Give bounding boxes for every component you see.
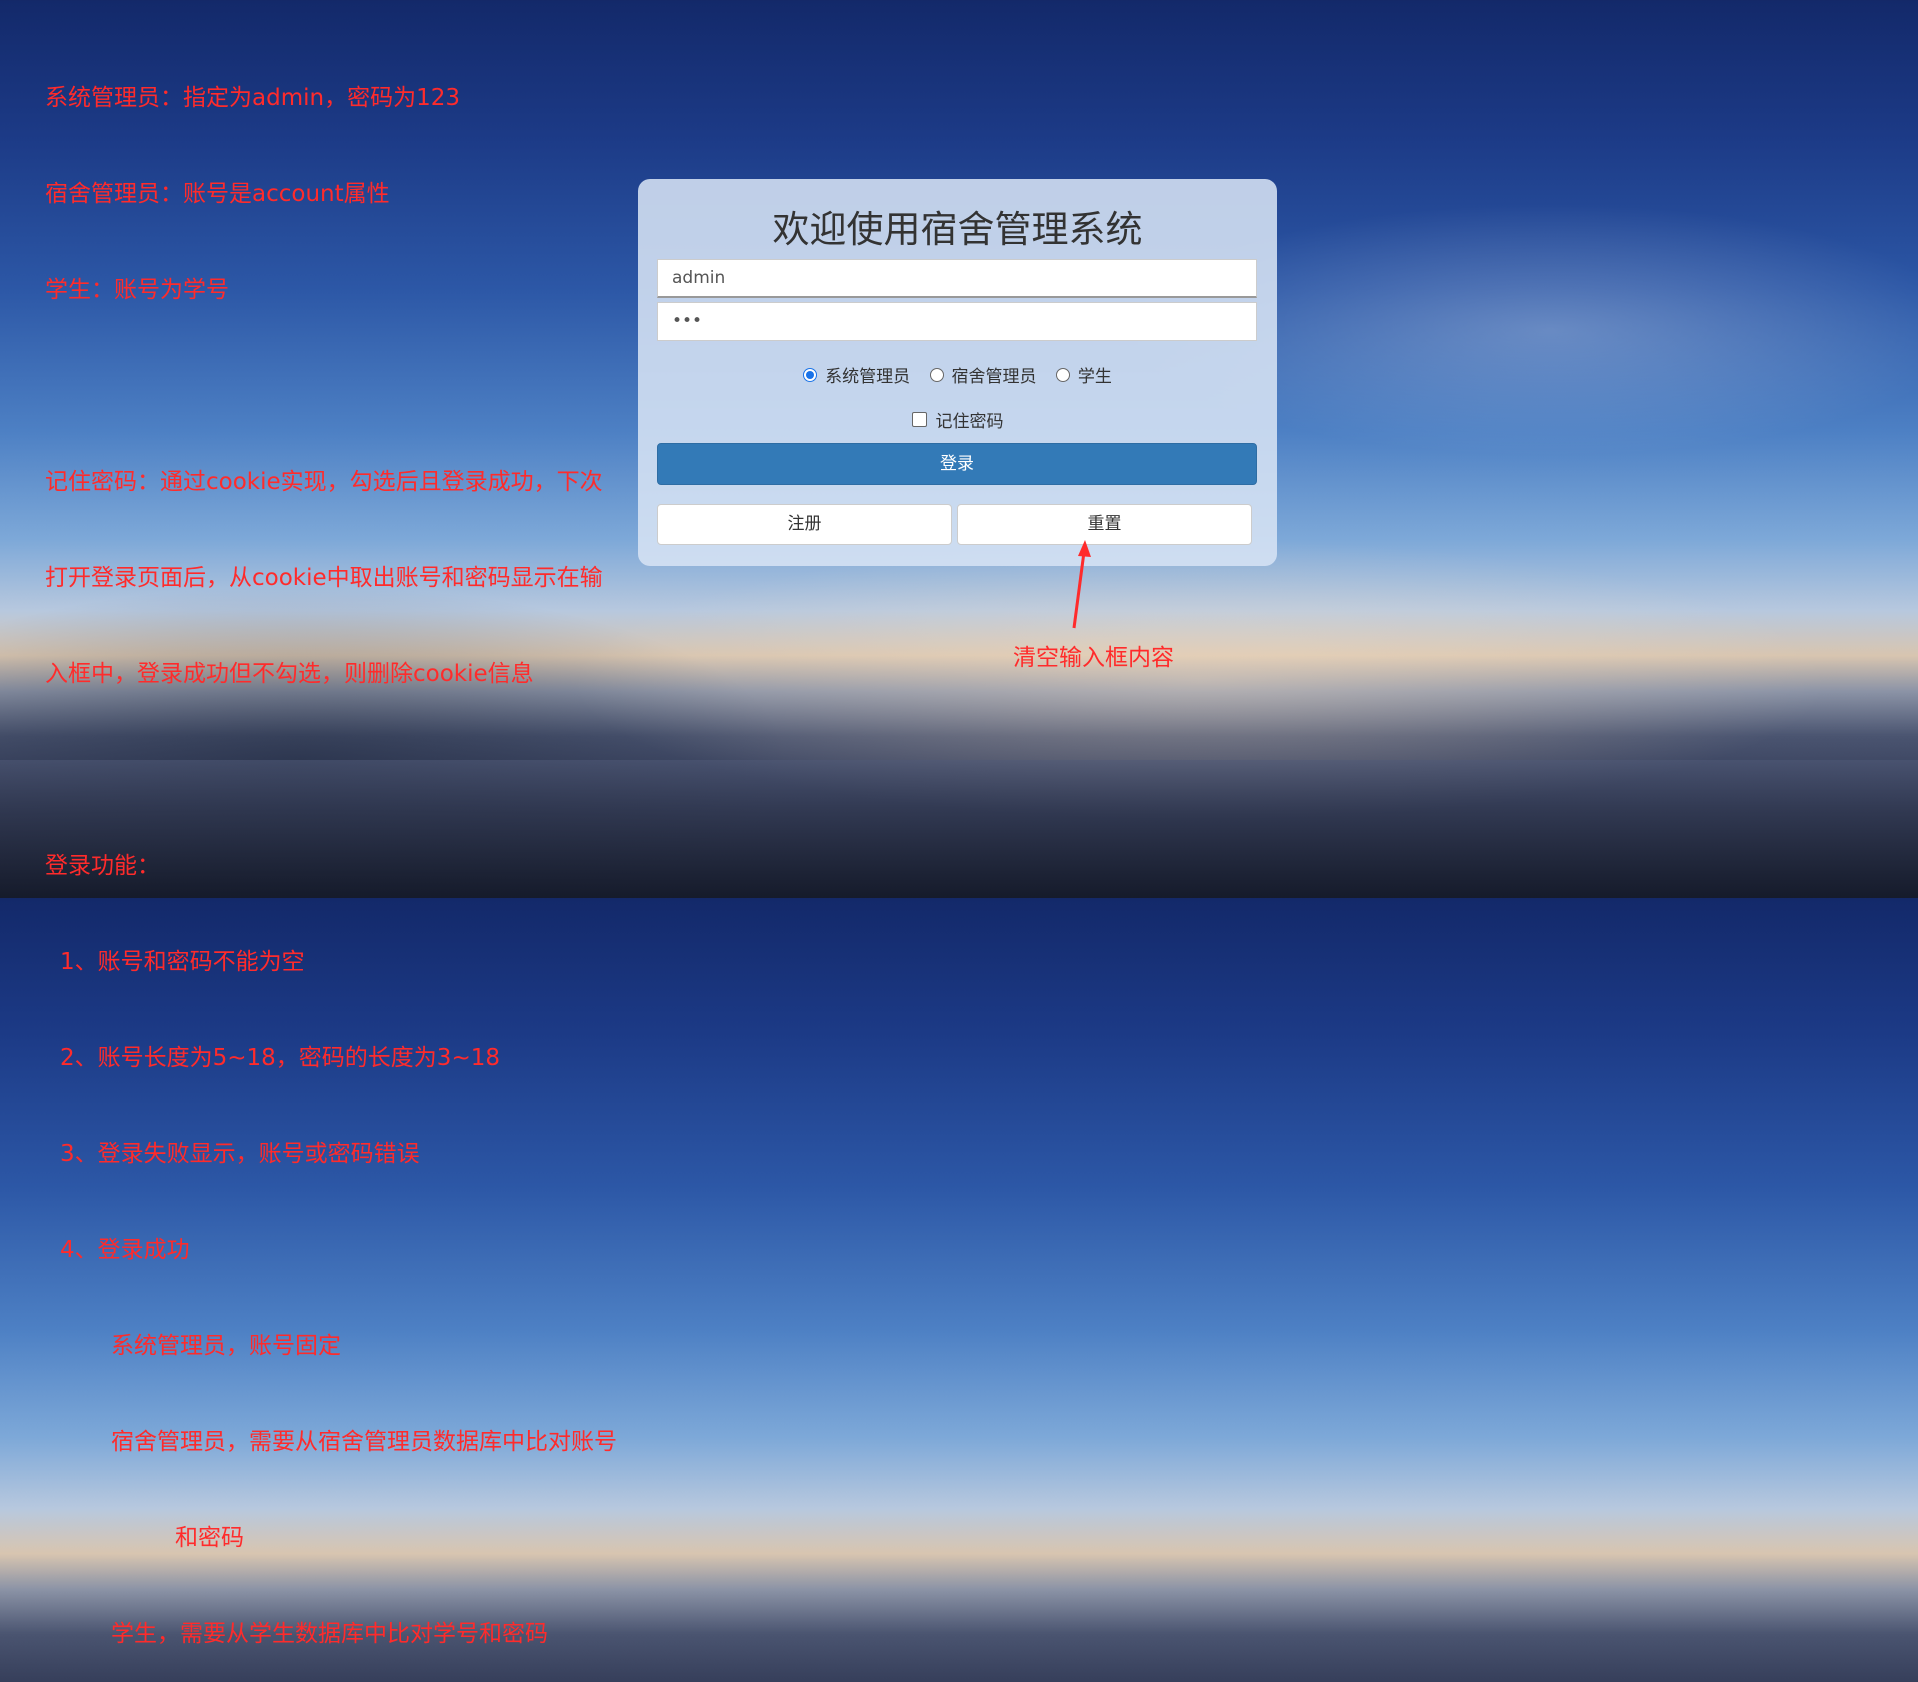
callout-arrow-icon [1072, 540, 1091, 629]
note-line: 1、账号和密码不能为空 [60, 949, 305, 975]
note-line: 3、登录失败显示，账号或密码错误 [60, 1141, 420, 1167]
note-line: 4、登录成功 [60, 1237, 190, 1263]
note-line: 系统管理员，账号固定 [111, 1333, 341, 1359]
note-line: 学生，需要从学生数据库中比对学号和密码 [111, 1621, 548, 1647]
note-line: 2、账号长度为5~18，密码的长度为3~18 [60, 1045, 500, 1071]
callout-text: 清空输入框内容 [1013, 645, 1174, 671]
note-line: 宿舍管理员，需要从宿舍管理员数据库中比对账号 [111, 1429, 617, 1455]
note-line: 和密码 [175, 1525, 244, 1551]
